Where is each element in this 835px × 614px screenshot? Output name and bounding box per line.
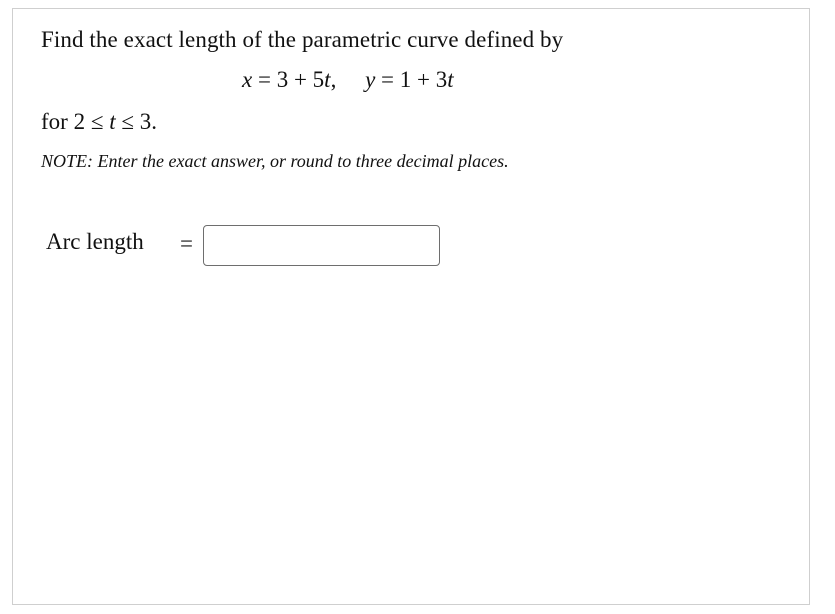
parametric-equations: x = 3 + 5t, y = 1 + 3t bbox=[242, 67, 454, 93]
arc-length-input[interactable] bbox=[203, 225, 440, 266]
equals-sign: = bbox=[180, 231, 193, 256]
y-t: t bbox=[447, 67, 454, 92]
x-rhs: = 3 + 5 bbox=[252, 67, 325, 92]
question-panel: Find the exact length of the parametric … bbox=[12, 8, 810, 605]
note-text: NOTE: Enter the exact answer, or round t… bbox=[41, 151, 509, 171]
range-suffix: ≤ 3. bbox=[115, 109, 157, 134]
y-variable: y bbox=[365, 67, 376, 92]
arc-length-label: Arc length bbox=[46, 229, 144, 254]
x-variable: x bbox=[242, 67, 253, 92]
parameter-range: for 2 ≤ t ≤ 3. bbox=[41, 109, 157, 135]
y-rhs: = 1 + 3 bbox=[375, 67, 448, 92]
question-intro: Find the exact length of the parametric … bbox=[41, 27, 564, 52]
range-prefix: for 2 ≤ bbox=[41, 109, 110, 134]
equation-separator: , bbox=[330, 67, 366, 92]
